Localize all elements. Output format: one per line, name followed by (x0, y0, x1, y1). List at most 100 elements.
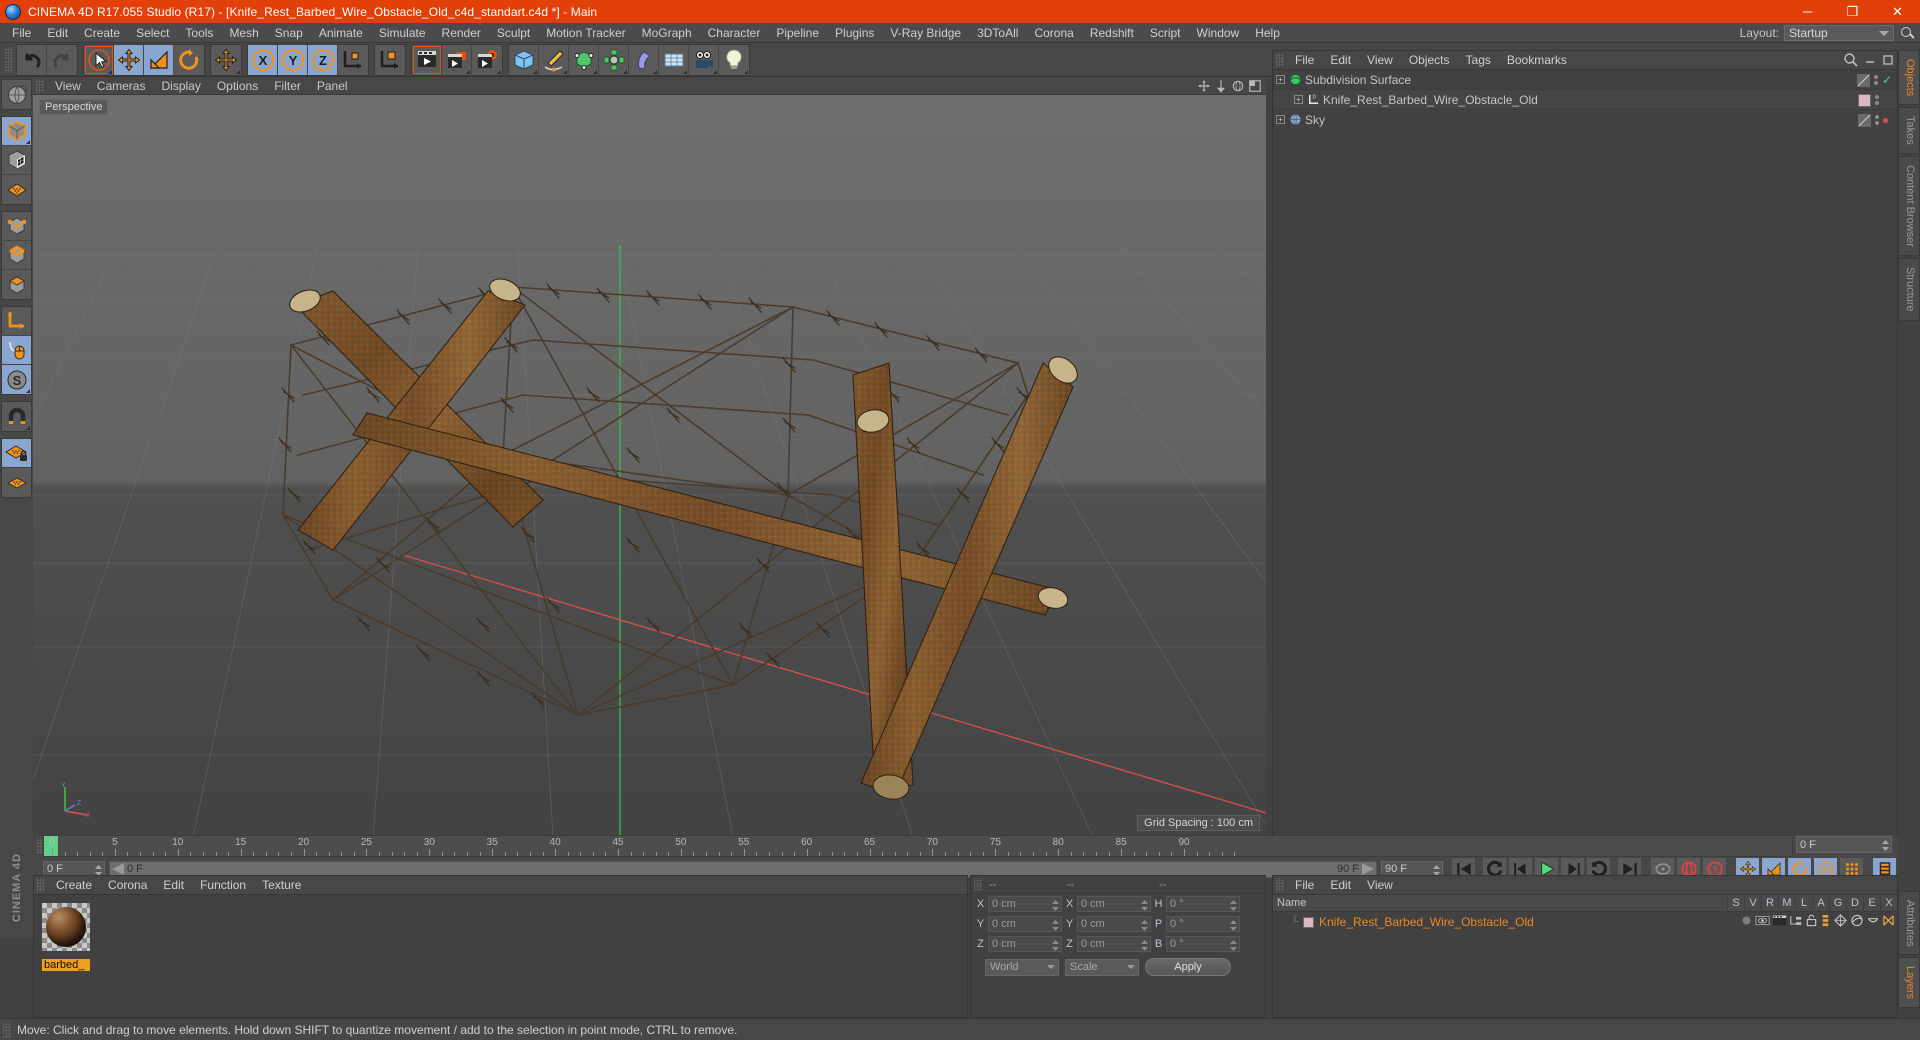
layer-column-l[interactable]: L (1795, 894, 1812, 912)
rotate-tool-button[interactable] (174, 44, 204, 75)
material-menu-texture[interactable]: Texture (254, 876, 309, 895)
layer-column-g[interactable]: G (1829, 894, 1846, 912)
menu-item-create[interactable]: Create (76, 23, 128, 43)
rotation-b-input[interactable]: 0 ° (1166, 936, 1240, 952)
maximize-button[interactable]: ❐ (1830, 0, 1875, 23)
viewport-menu-options[interactable]: Options (209, 77, 266, 95)
texture-mode-button[interactable] (2, 146, 31, 175)
viewport-menu-view[interactable]: View (47, 77, 89, 95)
material-list[interactable]: barbed_ (34, 903, 967, 971)
object-manager-menu-file[interactable]: File (1287, 51, 1322, 70)
add-environment-button[interactable] (659, 44, 689, 75)
object-manager-menu-tags[interactable]: Tags (1458, 51, 1499, 70)
side-tab-content-browser[interactable]: Content Browser (1898, 156, 1920, 256)
viewport-grip[interactable] (36, 78, 44, 93)
visibility-dots-icon[interactable] (1875, 95, 1879, 105)
add-bend-deformer-button[interactable] (629, 44, 659, 75)
render-settings-button[interactable] (472, 44, 502, 75)
layer-column-x[interactable]: X (1880, 894, 1897, 912)
redo-button[interactable] (47, 44, 77, 75)
layer-column-d[interactable]: D (1846, 894, 1863, 912)
status-bar-grip[interactable] (3, 1021, 11, 1038)
tree-expander[interactable]: + (1273, 110, 1289, 130)
rotation-h-input[interactable]: 0 ° (1166, 896, 1240, 912)
material-manager-grip[interactable] (37, 878, 45, 892)
render-view-button[interactable] (412, 44, 442, 75)
menu-item-render[interactable]: Render (434, 23, 489, 43)
add-cube-button[interactable] (509, 44, 539, 75)
menu-item-character[interactable]: Character (700, 23, 769, 43)
search-icon[interactable] (1898, 24, 1916, 42)
side-tab-objects[interactable]: Objects (1898, 50, 1920, 106)
layer-color-swatch[interactable] (1303, 916, 1314, 928)
spinner-icon[interactable] (1230, 940, 1237, 951)
size-z-input[interactable]: 0 cm (1077, 936, 1151, 952)
layer-column-e[interactable]: E (1863, 894, 1880, 912)
spinner-icon[interactable] (1052, 920, 1059, 931)
layer-manager-menu-view[interactable]: View (1359, 876, 1401, 895)
lock-x-axis-button[interactable]: X (248, 44, 278, 75)
menu-item-v-ray-bridge[interactable]: V-Ray Bridge (882, 23, 969, 43)
menu-item-help[interactable]: Help (1247, 23, 1288, 43)
manager-toggle-icon[interactable] (1789, 914, 1803, 930)
size-x-input[interactable]: 0 cm (1077, 896, 1151, 912)
material-thumbnail[interactable] (42, 903, 90, 951)
workplane-mode-button[interactable] (2, 175, 31, 204)
zoom-view-icon[interactable] (1214, 79, 1228, 93)
render-to-picture-viewer-button[interactable] (442, 44, 472, 75)
enable-axis-button[interactable] (2, 307, 31, 336)
menu-item-mograph[interactable]: MoGraph (634, 23, 700, 43)
scrub-right-icon[interactable] (1362, 863, 1374, 875)
layer-column-m[interactable]: M (1778, 894, 1795, 912)
menu-item-window[interactable]: Window (1189, 23, 1248, 43)
object-axis-button[interactable] (375, 44, 405, 75)
lock-z-axis-button[interactable]: Z (308, 44, 338, 75)
expressions-toggle-icon[interactable] (1866, 914, 1880, 930)
add-deformer-button[interactable] (599, 44, 629, 75)
menu-item-snap[interactable]: Snap (267, 23, 311, 43)
move-alt-button[interactable] (211, 44, 241, 75)
material-menu-create[interactable]: Create (48, 876, 100, 895)
close-button[interactable]: ✕ (1875, 0, 1920, 23)
object-row[interactable]: + Subdivision Surface ✓ (1273, 70, 1897, 90)
layer-column-s[interactable]: S (1727, 894, 1744, 912)
viewport-menu-panel[interactable]: Panel (309, 77, 356, 95)
layer-manager-grip[interactable] (1276, 878, 1284, 892)
polygon-mode-button[interactable] (2, 270, 31, 299)
add-light-button[interactable] (719, 44, 749, 75)
layer-column-a[interactable]: A (1812, 894, 1829, 912)
layer-column-r[interactable]: R (1761, 894, 1778, 912)
menu-item-mesh[interactable]: Mesh (221, 23, 266, 43)
live-selection-button[interactable] (84, 44, 114, 75)
lock-y-axis-button[interactable]: Y (278, 44, 308, 75)
side-tab-attributes[interactable]: Attributes (1898, 890, 1920, 955)
menu-item-plugins[interactable]: Plugins (827, 23, 882, 43)
material-name-label[interactable]: barbed_ (42, 959, 90, 971)
placeholder-tag-icon[interactable] (1858, 113, 1871, 127)
make-editable-button[interactable] (2, 80, 31, 109)
lock-workplane-button[interactable] (2, 439, 31, 468)
world-object-coordinates-button[interactable] (338, 44, 368, 75)
rotate-view-icon[interactable] (1231, 79, 1245, 93)
coordinate-manager-grip[interactable] (974, 878, 982, 891)
enabled-check-icon[interactable]: ✓ (1882, 73, 1892, 87)
menu-item-pipeline[interactable]: Pipeline (768, 23, 827, 43)
object-row[interactable]: + Sky (1273, 110, 1897, 130)
object-manager-menu-objects[interactable]: Objects (1401, 51, 1458, 70)
scrub-left-icon[interactable] (112, 863, 124, 875)
rotation-p-input[interactable]: 0 ° (1166, 916, 1240, 932)
undo-button[interactable] (17, 44, 47, 75)
spinner-icon[interactable] (1141, 920, 1148, 931)
object-row[interactable]: +0 Knife_Rest_Barbed_Wire_Obstacle_Old (1273, 90, 1897, 110)
viewport-menu-cameras[interactable]: Cameras (89, 77, 154, 95)
material-menu-function[interactable]: Function (192, 876, 254, 895)
timeline-ruler[interactable]: 0 5 10 15 20 25 30 35 40 45 50 55 60 65 70 75 80 85 90 (43, 835, 1793, 857)
minimize-button[interactable]: ─ (1785, 0, 1830, 23)
menu-item-file[interactable]: File (4, 23, 39, 43)
side-tab-structure[interactable]: Structure (1898, 257, 1920, 321)
material-tag-icon[interactable] (1858, 93, 1871, 107)
position-x-input[interactable]: 0 cm (988, 896, 1062, 912)
search-icon[interactable] (1843, 52, 1859, 68)
layer-manager-menu-file[interactable]: File (1287, 876, 1322, 895)
object-manager-menu-edit[interactable]: Edit (1322, 51, 1359, 70)
